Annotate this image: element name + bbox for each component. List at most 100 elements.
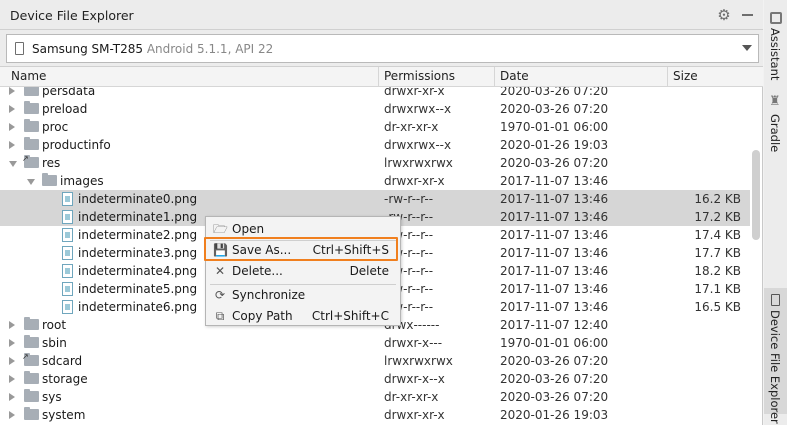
entry-size: 17.2 KB xyxy=(694,210,741,224)
column-header-date[interactable]: Date xyxy=(495,67,668,87)
entry-permissions: drwxr-xr-x xyxy=(384,87,445,98)
entry-permissions: drwxrwx--x xyxy=(384,102,452,116)
entry-permissions: -rw-r--r-- xyxy=(384,192,434,206)
entry-permissions: lrwxrwxrwx xyxy=(384,354,453,368)
entry-date: 2017-11-07 13:46 xyxy=(500,174,609,188)
folder-row[interactable]: system drwxr-xr-x 2020-01-26 19:03 xyxy=(0,406,750,424)
entry-permissions: lrwxrwxrwx xyxy=(384,156,453,170)
tab-device-file-explorer[interactable]: Device File Explorer xyxy=(764,288,787,424)
folder-row[interactable]: storage drwxr-x--x 2020-03-26 07:20 xyxy=(0,370,750,388)
menu-item-delete[interactable]: ✕ Delete... Delete xyxy=(206,261,400,281)
right-tool-strip: Assistant ♜ Gradle Device File Explorer xyxy=(764,0,787,425)
chevron-down-icon[interactable] xyxy=(742,45,752,51)
device-version: Android 5.1.1, API 22 xyxy=(146,42,274,56)
symlink-arrow-icon: ↗ xyxy=(22,352,29,361)
entry-date: 2017-11-07 13:46 xyxy=(500,192,609,206)
minimize-icon[interactable] xyxy=(742,14,753,16)
entry-name: storage xyxy=(42,372,88,386)
symlink-arrow-icon: ↗ xyxy=(22,154,29,163)
device-dropdown[interactable]: Samsung SM-T285 Android 5.1.1, API 22 xyxy=(6,34,759,63)
menu-item-label: Synchronize xyxy=(232,288,306,302)
folder-icon xyxy=(24,389,39,402)
entry-name: indeterminate6.png xyxy=(78,300,198,314)
tab-assistant-label: Assistant xyxy=(768,28,782,81)
entry-date: 2020-01-26 19:03 xyxy=(500,408,609,422)
entry-date: 2017-11-07 13:46 xyxy=(500,228,609,242)
folder-row[interactable]: images drwxr-xr-x 2017-11-07 13:46 xyxy=(0,172,750,190)
entry-date: 2017-11-07 13:46 xyxy=(500,282,609,296)
column-header-permissions[interactable]: Permissions xyxy=(379,67,495,87)
entry-date: 2020-03-26 07:20 xyxy=(500,87,609,98)
folder-row[interactable]: productinfo drwxrwx--x 2020-01-26 19:03 xyxy=(0,136,750,154)
device-label: Samsung SM-T285 Android 5.1.1, API 22 xyxy=(32,42,273,56)
menu-item-label: Open xyxy=(232,222,265,236)
folder-row[interactable]: ↗ sdcard lrwxrwxrwx 2020-03-26 07:20 xyxy=(0,352,750,370)
folder-icon xyxy=(24,407,39,420)
expand-arrow-open-icon[interactable] xyxy=(9,161,17,167)
device-icon xyxy=(771,294,780,306)
entry-date: 2020-03-26 07:20 xyxy=(500,372,609,386)
expand-arrow-open-icon[interactable] xyxy=(27,179,35,185)
folder-icon xyxy=(24,87,39,96)
entry-name: system xyxy=(42,408,86,422)
expand-arrow-closed-icon[interactable] xyxy=(9,105,15,113)
menu-item-copy-path[interactable]: ⧉ Copy Path Ctrl+Shift+C xyxy=(206,306,400,326)
entry-size: 16.2 KB xyxy=(694,192,741,206)
entry-permissions: dr-xr-xr-x xyxy=(384,120,439,134)
entry-name: preload xyxy=(42,102,88,116)
entry-permissions: drwxrwx--x xyxy=(384,138,452,152)
entry-date: 2017-11-07 13:46 xyxy=(500,300,609,314)
entry-date: 2017-11-07 12:40 xyxy=(500,318,609,332)
entry-name: indeterminate5.png xyxy=(78,282,198,296)
entry-date: 2017-11-07 13:46 xyxy=(500,246,609,260)
entry-date: 2020-03-26 07:20 xyxy=(500,156,609,170)
assistant-icon xyxy=(770,12,782,24)
entry-name: sdcard xyxy=(42,354,83,368)
expand-arrow-closed-icon[interactable] xyxy=(9,321,15,329)
folder-row[interactable]: sys dr-xr-xr-x 2020-03-26 07:20 xyxy=(0,388,750,406)
tab-assistant[interactable]: Assistant xyxy=(764,6,787,80)
device-file-explorer-panel: Device File Explorer ⚙ Samsung SM-T285 A… xyxy=(0,0,763,425)
entry-name: sys xyxy=(42,390,62,404)
folder-icon xyxy=(24,335,39,348)
tab-device-file-explorer-label: Device File Explorer xyxy=(768,310,782,424)
entry-name: indeterminate4.png xyxy=(78,264,198,278)
folder-row[interactable]: ↗ res lrwxrwxrwx 2020-03-26 07:20 xyxy=(0,154,750,172)
expand-arrow-closed-icon[interactable] xyxy=(9,375,15,383)
tab-gradle-label: Gradle xyxy=(768,114,782,153)
expand-arrow-closed-icon[interactable] xyxy=(9,393,15,401)
image-file-icon xyxy=(62,210,73,224)
entry-size: 17.4 KB xyxy=(694,228,741,242)
table-header: Name Permissions Date Size xyxy=(0,67,763,87)
menu-item-synchronize[interactable]: ⟳ Synchronize xyxy=(206,285,400,305)
vertical-scrollbar[interactable] xyxy=(752,150,760,240)
entry-date: 2017-11-07 13:46 xyxy=(500,264,609,278)
expand-arrow-closed-icon[interactable] xyxy=(9,123,15,131)
expand-arrow-closed-icon[interactable] xyxy=(9,357,15,365)
menu-item-open[interactable]: 🗁 Open xyxy=(206,219,400,239)
folder-row[interactable]: sbin drwxr-x--- 1970-01-01 06:00 xyxy=(0,334,750,352)
file-row[interactable]: indeterminate0.png -rw-r--r-- 2017-11-07 1… xyxy=(0,190,750,208)
gradle-icon: ♜ xyxy=(769,94,781,109)
tab-gradle[interactable]: ♜ Gradle xyxy=(764,94,787,154)
folder-icon xyxy=(42,173,57,186)
device-name: Samsung SM-T285 xyxy=(32,42,143,56)
phone-icon xyxy=(15,42,24,55)
gear-icon[interactable]: ⚙ xyxy=(716,7,732,23)
expand-arrow-closed-icon[interactable] xyxy=(9,141,15,149)
entry-date: 2020-01-26 19:03 xyxy=(500,138,609,152)
expand-arrow-closed-icon[interactable] xyxy=(9,411,15,419)
image-file-icon xyxy=(62,228,73,242)
folder-row[interactable]: persdata drwxr-xr-x 2020-03-26 07:20 xyxy=(0,87,750,100)
sync-icon: ⟳ xyxy=(214,288,226,302)
entry-size: 16.5 KB xyxy=(694,300,741,314)
expand-arrow-closed-icon[interactable] xyxy=(9,339,15,347)
column-header-size[interactable]: Size xyxy=(668,67,748,87)
folder-row[interactable]: preload drwxrwx--x 2020-03-26 07:20 xyxy=(0,100,750,118)
menu-item-shortcut: Ctrl+Shift+C xyxy=(311,309,389,323)
entry-permissions: drwxr-x--x xyxy=(384,372,445,386)
column-header-name[interactable]: Name xyxy=(6,67,379,87)
folder-icon xyxy=(24,101,39,114)
folder-row[interactable]: proc dr-xr-xr-x 1970-01-01 06:00 xyxy=(0,118,750,136)
expand-arrow-closed-icon[interactable] xyxy=(9,87,15,95)
